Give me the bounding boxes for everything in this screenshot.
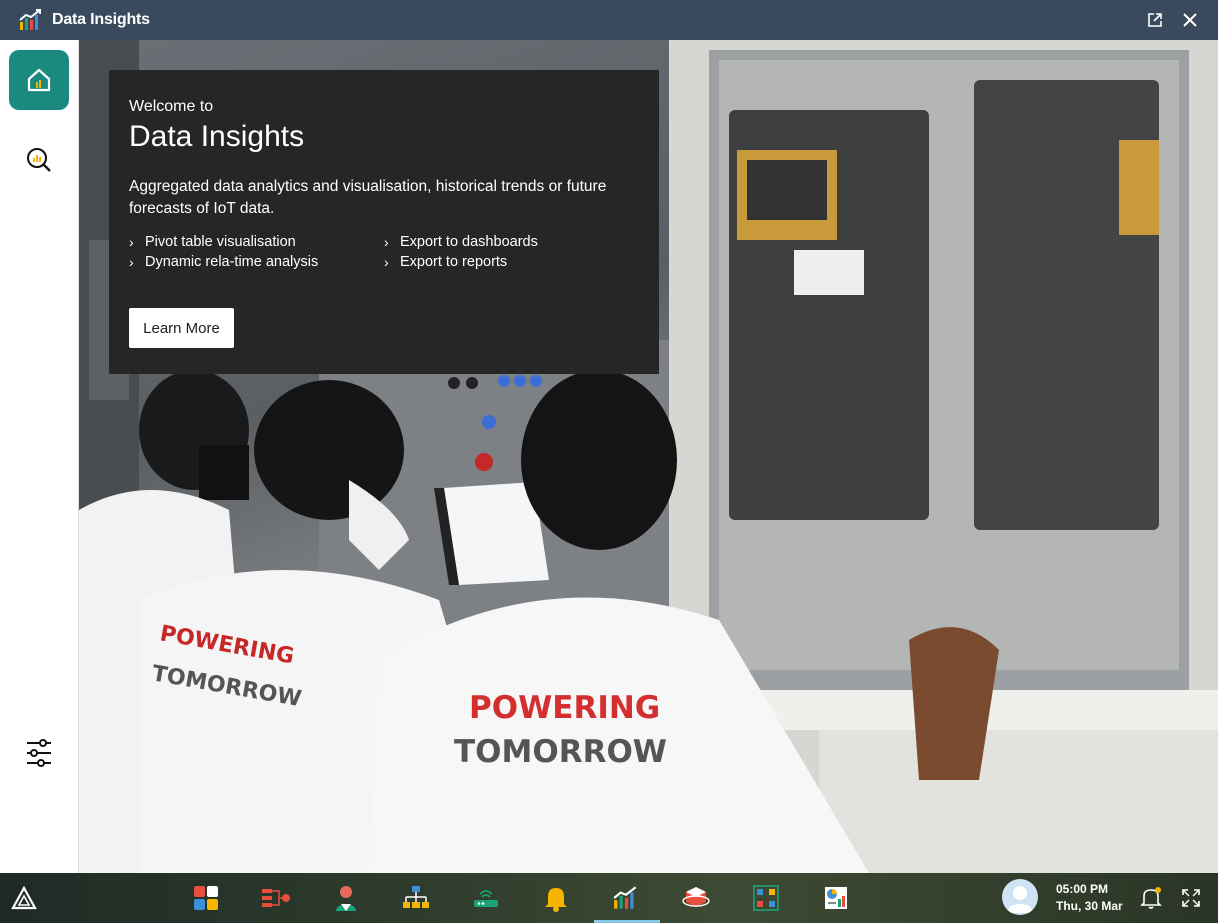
clock-date: Thu, 30 Mar [1056,899,1123,913]
sidebar-search-button[interactable] [9,130,69,190]
taskbar-app-network[interactable] [748,881,784,915]
close-icon [1183,13,1197,27]
welcome-title: Data Insights [129,120,305,153]
chevron-right-icon: › [384,254,389,270]
feature-label: Export to reports [400,254,508,270]
bell-icon [545,888,567,912]
sidebar-home-button[interactable] [9,50,69,110]
expand-icon [1182,889,1200,907]
taskbar-app-users[interactable] [328,881,364,915]
user-avatar-icon [1007,886,1033,913]
data-insights-logo-icon [19,9,41,30]
feature-list: › Pivot table visualisation › Export to … [129,234,639,270]
clock-time: 05:00 PM [1056,882,1109,896]
taskbar-app-reports[interactable] [818,881,854,915]
title-bar: Data Insights [0,0,1218,40]
popout-icon [1148,13,1162,27]
taskbar-app-alerts[interactable] [538,881,574,915]
taskbar-app-hierarchy[interactable] [398,881,434,915]
notifications-button[interactable] [1133,881,1169,915]
welcome-description: Aggregated data analytics and visualisat… [129,178,607,217]
clock: 05:00 PM Thu, 30 Mar [1056,881,1123,915]
feature-item: › Export to dashboards [384,234,639,250]
taskbar-app-flow[interactable] [258,881,294,915]
welcome-label: Welcome to [129,98,214,115]
data-insights-icon [613,886,637,909]
dashboard-tiles-icon [194,886,218,910]
flow-icon [262,889,290,907]
learn-more-button[interactable]: Learn More [129,308,234,348]
shirt-text-right-2: TOMORROW [454,734,667,770]
home-icon [27,68,51,92]
popout-button[interactable] [1143,8,1167,32]
chevron-right-icon: › [384,234,389,250]
taskbar-app-data-insights[interactable] [594,881,660,923]
report-icon [825,887,847,909]
search-insights-icon [27,148,51,172]
sidebar-settings-button[interactable] [9,723,69,783]
feature-item: › Pivot table visualisation [129,234,384,250]
chevron-right-icon: › [129,234,134,250]
chevron-right-icon: › [129,254,134,270]
feature-label: Dynamic rela-time analysis [145,254,319,270]
sliders-icon [27,739,51,767]
close-button[interactable] [1178,8,1202,32]
triangle-logo-icon [11,886,37,910]
feature-item: › Export to reports [384,254,639,270]
feature-label: Pivot table visualisation [145,234,296,250]
taskbar-app-3d[interactable] [678,881,714,915]
user-icon [336,886,356,911]
taskbar: 05:00 PM Thu, 30 Mar [0,873,1218,923]
hierarchy-icon [403,886,429,908]
hero-image: POWERING TOMORROW POWERING TOMORROW Welc… [79,40,1218,873]
start-button[interactable] [6,881,42,915]
fullscreen-button[interactable] [1173,881,1209,915]
notification-bell-icon [1140,887,1162,909]
router-icon [474,890,498,907]
shirt-text-right-1: POWERING [469,690,660,726]
taskbar-app-router[interactable] [468,881,504,915]
network-icon [753,885,779,911]
cube-icon [682,887,710,907]
feature-item: › Dynamic rela-time analysis [129,254,384,270]
sidebar [0,40,79,873]
feature-label: Export to dashboards [400,234,538,250]
avatar[interactable] [1002,879,1038,915]
welcome-card: Welcome to Data Insights Aggregated data… [109,70,659,374]
taskbar-app-dashboard[interactable] [188,881,224,915]
window-title: Data Insights [52,11,150,28]
